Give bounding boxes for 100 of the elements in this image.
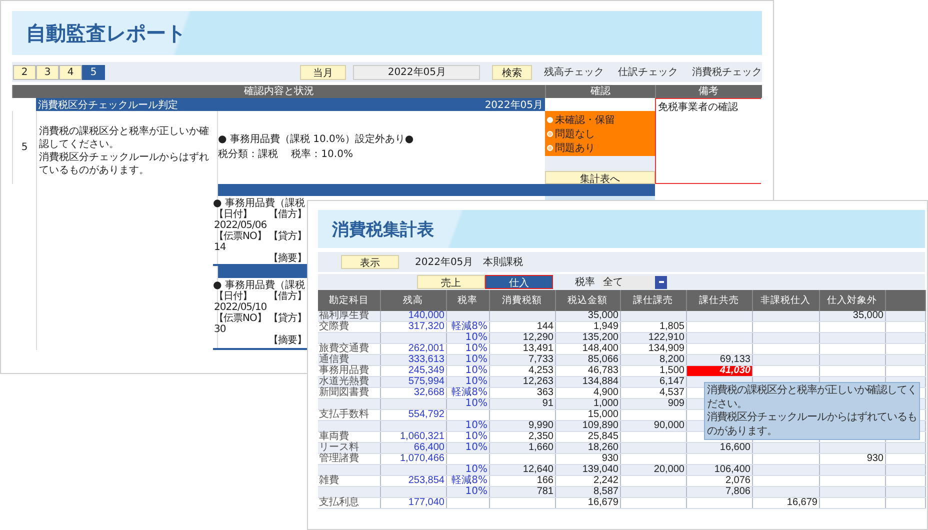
table-cell: 32,668 (414, 387, 444, 398)
column-header: 税率 (446, 290, 489, 311)
table-cell: リース料 (319, 442, 359, 453)
table-cell: 4,537 (659, 387, 684, 398)
table-cell: 16,679 (786, 497, 818, 508)
confirm-option[interactable]: 問題なし (547, 127, 653, 141)
table-cell: 16,679 (588, 497, 618, 508)
entry-value: 14 (214, 242, 226, 253)
show-button[interactable]: 表示 (341, 255, 399, 269)
dash-icon (658, 281, 664, 283)
table-cell: 35,000 (852, 310, 884, 321)
remarks-field[interactable]: 免税事業者の確認 (655, 98, 761, 184)
search-button[interactable]: 検索 (492, 64, 532, 80)
table-cell: 軽減8% (452, 321, 488, 332)
table-cell: 10% (465, 343, 488, 354)
rate-label: 税率 (575, 276, 595, 289)
table-cell: 909 (668, 398, 684, 409)
column-header: 備考 (655, 85, 761, 98)
table-cell: 134,909 (648, 343, 684, 354)
entry-label: 【伝票NO】 (214, 231, 266, 242)
table-cell: 18,260 (588, 442, 618, 453)
month-field[interactable]: 2022年05月 (353, 64, 480, 80)
table-cell: 12,290 (522, 332, 554, 343)
table-cell: 10% (465, 464, 488, 475)
table-cell: 支払利息 (319, 497, 359, 508)
table-cell: 69,133 (720, 354, 750, 365)
confirm-option[interactable]: 未確認・保留 (547, 113, 653, 127)
table-cell: 8,587 (593, 486, 618, 497)
column-header: 確認 (545, 85, 655, 98)
radio-icon[interactable] (547, 131, 553, 137)
entry-heading: ● 事務用品費（課税 (213, 198, 305, 209)
table-cell: 930 (602, 453, 618, 464)
table-cell: 122,910 (648, 332, 684, 343)
table-cell: 16,600 (720, 442, 750, 453)
table-cell: 8,200 (659, 354, 684, 365)
table-cell: 新聞図書費 (319, 387, 369, 398)
table-cell: 10% (465, 354, 488, 365)
column-header: 課仕課売 (620, 290, 686, 311)
table-cell: 245,349 (408, 365, 444, 376)
table-cell: 7,733 (528, 354, 554, 365)
table-cell: 1,949 (593, 321, 618, 332)
table-cell: 2,076 (725, 475, 750, 486)
table-cell: 66,400 (414, 442, 444, 453)
table-cell: 10% (465, 398, 488, 409)
table-cell: 253,854 (408, 475, 444, 486)
confirm-option[interactable]: 問題あり (547, 141, 653, 155)
table-cell: 交際費 (319, 321, 349, 332)
rate-select[interactable]: 全て (601, 276, 655, 288)
table-cell: 20,000 (654, 464, 684, 475)
radio-icon[interactable] (547, 145, 553, 151)
column-header: 消費税額 (489, 290, 555, 311)
table-cell: 1,060,321 (400, 431, 444, 442)
page-tab[interactable]: 5 (82, 64, 105, 80)
table-cell: 46,783 (588, 365, 618, 376)
table-cell: 通信費 (319, 354, 349, 365)
window-title: 自動監査レポート (26, 20, 186, 46)
table-cell: 144 (536, 321, 554, 332)
finding-heading: ● 事務用品費（課税 10.0%）設定外あり● (218, 133, 415, 147)
table-cell: 25,845 (588, 431, 618, 442)
table-cell: 930 (866, 453, 884, 464)
rule-title: 消費税区分チェックルール判定 (38, 98, 178, 112)
column-header: 勘定科目 (318, 290, 380, 311)
table-cell: 140,000 (408, 310, 444, 321)
radio-icon[interactable] (547, 117, 553, 123)
table-cell: 1,660 (528, 442, 554, 453)
row-number: 5 (12, 111, 36, 184)
table-cell: 134,884 (582, 376, 618, 387)
check-link[interactable]: 仕訳チェック (618, 65, 678, 79)
table-cell: 85,066 (588, 354, 618, 365)
table-cell: 軽減8% (452, 387, 488, 398)
check-link[interactable]: 残高チェック (544, 65, 604, 79)
entry-label: 【借方】 (268, 291, 307, 302)
table-cell: 10% (465, 431, 488, 442)
table-cell: 福利厚生費 (319, 310, 369, 321)
table-cell: 車両費 (319, 431, 349, 442)
table-cell: 554,792 (408, 409, 444, 420)
column-header: 仕入対象外 (819, 290, 885, 311)
table-cell: 363 (536, 387, 554, 398)
toggle-tab[interactable]: 売上 (417, 275, 485, 289)
table-cell: 1,805 (659, 321, 684, 332)
table-cell: 7,806 (725, 486, 750, 497)
check-link[interactable]: 消費税チェック (692, 65, 762, 79)
toggle-tab[interactable]: 仕入 (485, 275, 553, 289)
summary-table-button[interactable]: 集計表へ (545, 171, 655, 184)
page-tab[interactable]: 2 (13, 64, 36, 80)
table-cell: 15,000 (588, 409, 618, 420)
page-tab[interactable]: 4 (59, 64, 82, 80)
table-cell: 管理諸費 (319, 453, 359, 464)
entry-label: 【伝票NO】 (214, 313, 266, 324)
rule-period: 2022年05月 (484, 98, 543, 112)
table-cell: 35,000 (588, 310, 618, 321)
page-tab[interactable]: 3 (36, 64, 59, 80)
table-cell: 10% (465, 420, 488, 431)
dropdown-button[interactable] (655, 276, 667, 288)
table-cell: 10% (465, 442, 488, 453)
table-cell: 135,200 (582, 332, 618, 343)
current-month-button[interactable]: 当月 (300, 64, 346, 80)
table-cell: 10% (465, 332, 488, 343)
table-cell: 166 (536, 475, 554, 486)
table-cell: 4,253 (528, 365, 554, 376)
